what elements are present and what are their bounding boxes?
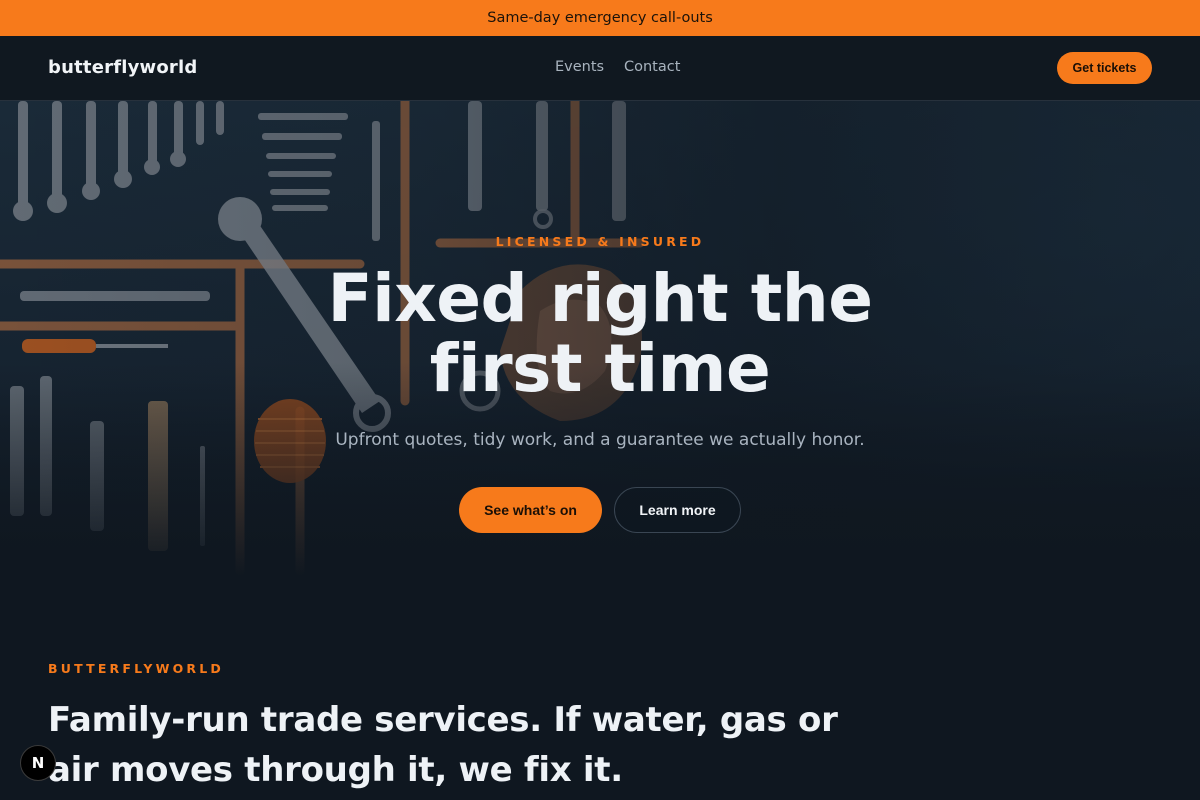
announcement-text: Same-day emergency call-outs xyxy=(487,10,713,26)
nav-link-events[interactable]: Events xyxy=(555,59,604,75)
hero-eyebrow: LICENSED & INSURED xyxy=(495,234,705,249)
hero-title: Fixed right the first time xyxy=(327,260,874,407)
about-eyebrow: BUTTERFLYWORLD xyxy=(48,661,224,676)
site-logo[interactable]: butterflyworld xyxy=(48,57,197,78)
learn-more-button[interactable]: Learn more xyxy=(614,487,741,533)
hero-subtitle: Upfront quotes, tidy work, and a guarant… xyxy=(335,430,865,450)
about-heading: Family-run trade services. If water, gas… xyxy=(48,700,838,790)
see-whats-on-button[interactable]: See what’s on xyxy=(459,487,602,533)
nav-link-contact[interactable]: Contact xyxy=(624,59,680,75)
hero-section: LICENSED & INSURED Fixed right the first… xyxy=(0,101,1200,576)
get-tickets-button[interactable]: Get tickets xyxy=(1057,52,1152,84)
announcement-bar: Same-day emergency call-outs xyxy=(0,0,1200,36)
site-header: butterflyworld Events Contact Get ticket… xyxy=(0,36,1200,101)
dev-badge-icon[interactable]: N xyxy=(20,745,56,781)
